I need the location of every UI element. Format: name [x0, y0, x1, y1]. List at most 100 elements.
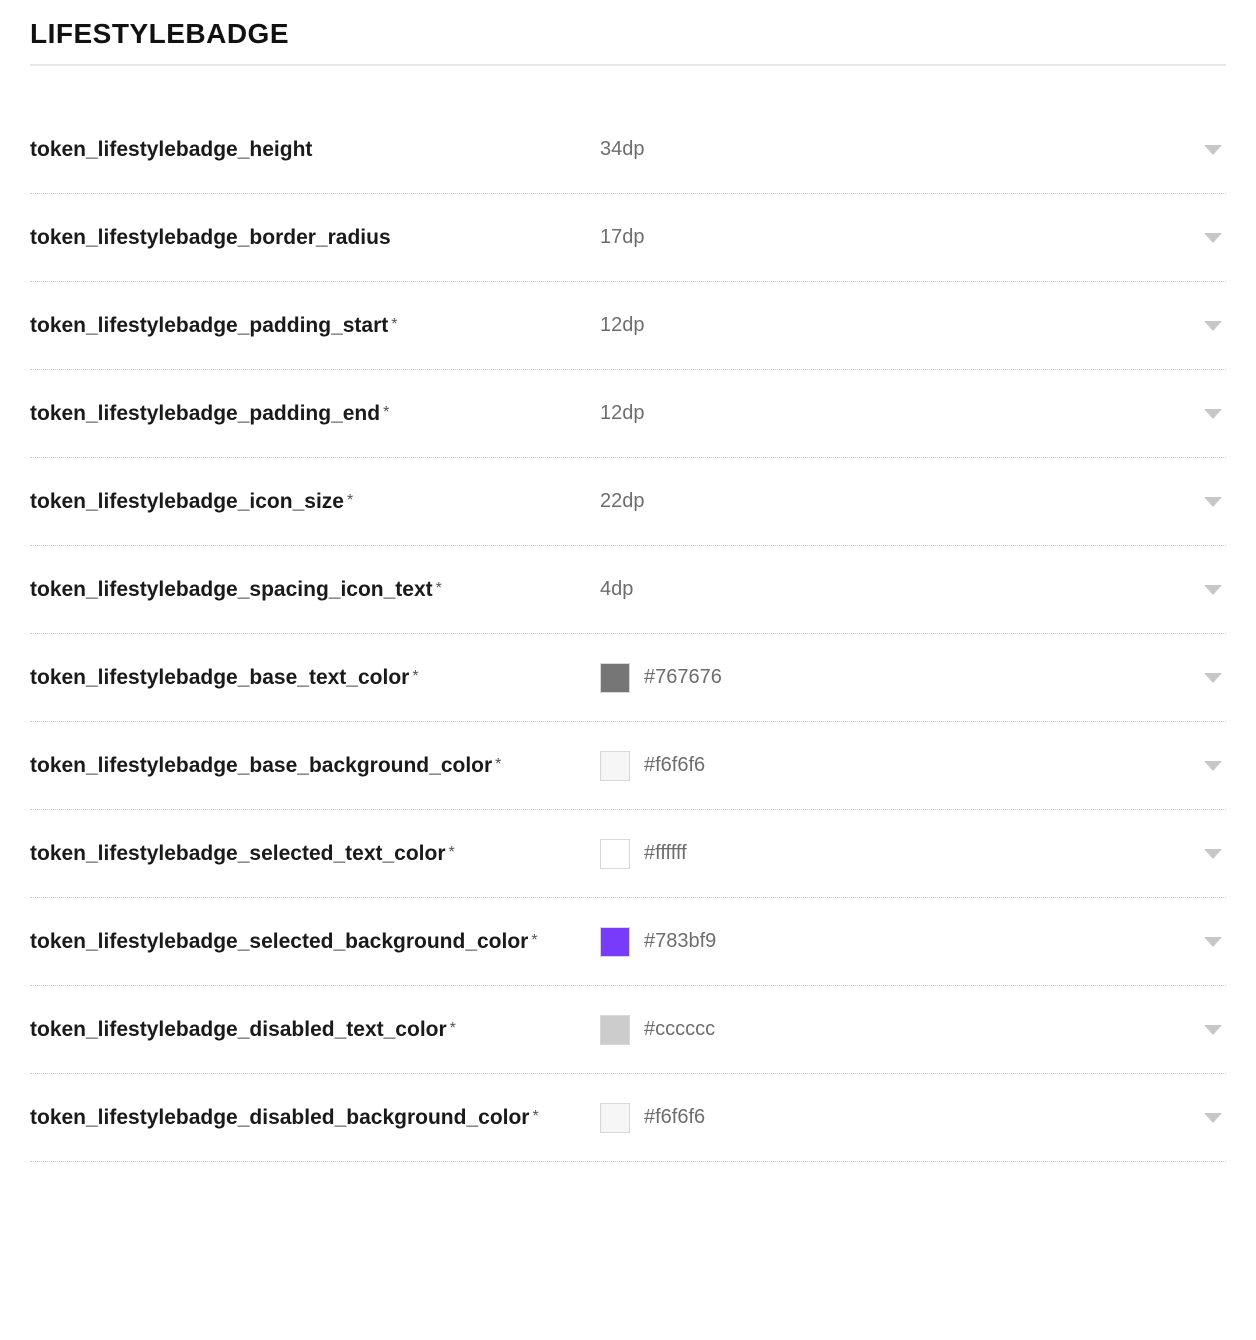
asterisk-icon: *: [449, 844, 455, 862]
asterisk-icon: *: [383, 404, 389, 422]
token-name-cell: token_lifestylebadge_padding_start *: [30, 314, 600, 338]
token-value: 34dp: [600, 138, 645, 161]
token-value-cell: #767676: [600, 663, 1196, 693]
token-name: token_lifestylebadge_border_radius: [30, 226, 391, 250]
token-name-cell: token_lifestylebadge_base_background_col…: [30, 754, 600, 778]
chevron-down-icon[interactable]: [1204, 1025, 1222, 1035]
chevron-down-icon[interactable]: [1204, 321, 1222, 331]
asterisk-icon: *: [391, 316, 397, 334]
token-name-cell: token_lifestylebadge_selected_text_color…: [30, 842, 600, 866]
expand-cell: [1196, 145, 1226, 155]
token-value: #767676: [644, 666, 722, 689]
token-value: #ffffff: [644, 842, 687, 865]
expand-cell: [1196, 937, 1226, 947]
token-value-cell: #f6f6f6: [600, 751, 1196, 781]
asterisk-icon: *: [531, 932, 537, 950]
token-row[interactable]: token_lifestylebadge_height * 34dp: [30, 106, 1226, 194]
token-value-cell: 4dp: [600, 578, 1196, 601]
token-name-cell: token_lifestylebadge_spacing_icon_text *: [30, 578, 600, 602]
token-value: 17dp: [600, 226, 645, 249]
token-name: token_lifestylebadge_icon_size: [30, 490, 344, 514]
expand-cell: [1196, 761, 1226, 771]
token-row[interactable]: token_lifestylebadge_padding_start * 12d…: [30, 282, 1226, 370]
asterisk-icon: *: [495, 756, 501, 774]
token-row[interactable]: token_lifestylebadge_base_text_color * #…: [30, 634, 1226, 722]
token-name-cell: token_lifestylebadge_disabled_background…: [30, 1106, 600, 1130]
token-value: 4dp: [600, 578, 633, 601]
token-row[interactable]: token_lifestylebadge_disabled_text_color…: [30, 986, 1226, 1074]
color-swatch: [600, 839, 630, 869]
expand-cell: [1196, 1113, 1226, 1123]
token-value: 12dp: [600, 402, 645, 425]
token-row[interactable]: token_lifestylebadge_spacing_icon_text *…: [30, 546, 1226, 634]
token-value-cell: #f6f6f6: [600, 1103, 1196, 1133]
token-value-cell: 17dp: [600, 226, 1196, 249]
token-value: #f6f6f6: [644, 1106, 705, 1129]
token-name: token_lifestylebadge_spacing_icon_text: [30, 578, 433, 602]
token-value-cell: #783bf9: [600, 927, 1196, 957]
token-name-cell: token_lifestylebadge_border_radius *: [30, 226, 600, 250]
token-name: token_lifestylebadge_selected_text_color: [30, 842, 446, 866]
chevron-down-icon[interactable]: [1204, 145, 1222, 155]
section-title: LIFESTYLEBADGE: [30, 18, 1226, 66]
token-value-cell: 12dp: [600, 314, 1196, 337]
token-name: token_lifestylebadge_padding_start: [30, 314, 388, 338]
token-value-cell: #ffffff: [600, 839, 1196, 869]
token-value: 12dp: [600, 314, 645, 337]
chevron-down-icon[interactable]: [1204, 849, 1222, 859]
chevron-down-icon[interactable]: [1204, 761, 1222, 771]
asterisk-icon: *: [450, 1020, 456, 1038]
expand-cell: [1196, 849, 1226, 859]
token-row[interactable]: token_lifestylebadge_selected_text_color…: [30, 810, 1226, 898]
token-row[interactable]: token_lifestylebadge_disabled_background…: [30, 1074, 1226, 1162]
chevron-down-icon[interactable]: [1204, 937, 1222, 947]
token-value: #cccccc: [644, 1018, 715, 1041]
expand-cell: [1196, 497, 1226, 507]
token-name: token_lifestylebadge_base_background_col…: [30, 754, 492, 778]
color-swatch: [600, 1015, 630, 1045]
chevron-down-icon[interactable]: [1204, 673, 1222, 683]
chevron-down-icon[interactable]: [1204, 1113, 1222, 1123]
token-row[interactable]: token_lifestylebadge_selected_background…: [30, 898, 1226, 986]
chevron-down-icon[interactable]: [1204, 497, 1222, 507]
token-value-cell: 34dp: [600, 138, 1196, 161]
token-name-cell: token_lifestylebadge_height *: [30, 138, 600, 162]
expand-cell: [1196, 585, 1226, 595]
token-value: 22dp: [600, 490, 645, 513]
token-name: token_lifestylebadge_padding_end: [30, 402, 380, 426]
expand-cell: [1196, 233, 1226, 243]
asterisk-icon: *: [347, 492, 353, 510]
asterisk-icon: *: [436, 580, 442, 598]
token-name: token_lifestylebadge_height: [30, 138, 312, 162]
asterisk-icon: *: [412, 668, 418, 686]
chevron-down-icon[interactable]: [1204, 409, 1222, 419]
color-swatch: [600, 663, 630, 693]
token-value: #f6f6f6: [644, 754, 705, 777]
token-name: token_lifestylebadge_disabled_background…: [30, 1106, 529, 1130]
token-name: token_lifestylebadge_base_text_color: [30, 666, 409, 690]
chevron-down-icon[interactable]: [1204, 585, 1222, 595]
token-row[interactable]: token_lifestylebadge_icon_size * 22dp: [30, 458, 1226, 546]
token-value-cell: #cccccc: [600, 1015, 1196, 1045]
token-value-cell: 22dp: [600, 490, 1196, 513]
token-value-cell: 12dp: [600, 402, 1196, 425]
token-name: token_lifestylebadge_selected_background…: [30, 930, 528, 954]
token-row[interactable]: token_lifestylebadge_base_background_col…: [30, 722, 1226, 810]
token-name-cell: token_lifestylebadge_disabled_text_color…: [30, 1018, 600, 1042]
token-name-cell: token_lifestylebadge_base_text_color *: [30, 666, 600, 690]
color-swatch: [600, 927, 630, 957]
token-name-cell: token_lifestylebadge_padding_end *: [30, 402, 600, 426]
token-name: token_lifestylebadge_disabled_text_color: [30, 1018, 447, 1042]
token-row[interactable]: token_lifestylebadge_border_radius * 17d…: [30, 194, 1226, 282]
token-value: #783bf9: [644, 930, 716, 953]
expand-cell: [1196, 409, 1226, 419]
asterisk-icon: *: [532, 1108, 538, 1126]
color-swatch: [600, 751, 630, 781]
chevron-down-icon[interactable]: [1204, 233, 1222, 243]
token-row[interactable]: token_lifestylebadge_padding_end * 12dp: [30, 370, 1226, 458]
expand-cell: [1196, 321, 1226, 331]
token-name-cell: token_lifestylebadge_selected_background…: [30, 930, 600, 954]
color-swatch: [600, 1103, 630, 1133]
token-list: token_lifestylebadge_height * 34dp token…: [30, 106, 1226, 1162]
expand-cell: [1196, 673, 1226, 683]
